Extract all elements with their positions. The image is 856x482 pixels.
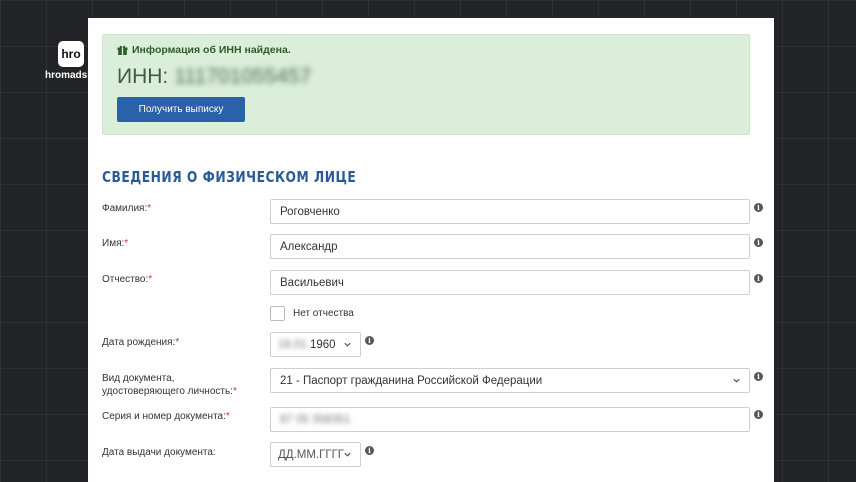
section-title: СВЕДЕНИЯ О ФИЗИЧЕСКОМ ЛИЦЕ: [102, 168, 357, 186]
doc-type-select[interactable]: 21 - Паспорт гражданина Российской Федер…: [270, 368, 750, 393]
doc-number-input[interactable]: 87 05 358351: [270, 407, 750, 432]
doc-type-value: 21 - Паспорт гражданина Российской Федер…: [280, 374, 543, 387]
no-patronymic-checkbox[interactable]: [270, 306, 285, 321]
doc-type-info-icon[interactable]: i: [754, 372, 763, 381]
name-label: Имя:*: [102, 238, 129, 249]
name-input[interactable]: Александр: [270, 234, 750, 259]
issue-date-select[interactable]: ДД.ММ.ГГГГ: [270, 442, 361, 467]
no-patronymic-label: Нет отчества: [293, 308, 354, 319]
issue-date-info-icon[interactable]: i: [365, 446, 374, 455]
birth-date-year: 1960: [309, 338, 336, 351]
alert-title-text: Информация об ИНН найдена.: [132, 44, 291, 56]
issue-date-label: Дата выдачи документа:: [102, 447, 216, 458]
watermark-logo: hro: [58, 41, 84, 67]
watermark-name: hromadsk: [45, 70, 88, 81]
chevron-down-icon: [344, 342, 351, 347]
form-panel: Информация об ИНН найдена. ИНН: 11170105…: [88, 18, 774, 482]
patronymic-info-icon[interactable]: i: [754, 274, 763, 283]
get-extract-button[interactable]: Получить выписку: [117, 97, 245, 122]
birth-date-day-month: 16.01.: [278, 338, 310, 351]
chevron-down-icon: [344, 452, 351, 457]
chevron-down-icon: [733, 378, 740, 383]
doc-number-info-icon[interactable]: i: [754, 410, 763, 419]
surname-info-icon[interactable]: i: [754, 203, 763, 212]
inn-label: ИНН:: [117, 65, 169, 88]
birth-date-info-icon[interactable]: i: [365, 336, 374, 345]
name-info-icon[interactable]: i: [754, 238, 763, 247]
patronymic-input[interactable]: Васильевич: [270, 270, 750, 295]
issue-date-placeholder: ДД.ММ.ГГГГ: [278, 448, 345, 461]
inn-value: 111701055457: [174, 65, 312, 88]
surname-input[interactable]: Роговченко: [270, 199, 750, 224]
doc-number-label: Серия и номер документа:*: [102, 411, 230, 422]
inn-row: ИНН: 111701055457: [117, 65, 311, 89]
surname-label: Фамилия:*: [102, 203, 152, 214]
alert-title: Информация об ИНН найдена.: [117, 44, 291, 56]
doc-type-label: Вид документа, удостоверяющего личность:…: [102, 373, 237, 397]
doc-number-value: 87 05 358351: [280, 413, 351, 426]
gift-icon: [117, 45, 128, 55]
patronymic-label: Отчество:*: [102, 274, 153, 285]
birth-date-label: Дата рождения:*: [102, 337, 180, 348]
birth-date-select[interactable]: 16.01. 1960: [270, 332, 361, 357]
inn-found-alert: Информация об ИНН найдена. ИНН: 11170105…: [102, 34, 750, 135]
